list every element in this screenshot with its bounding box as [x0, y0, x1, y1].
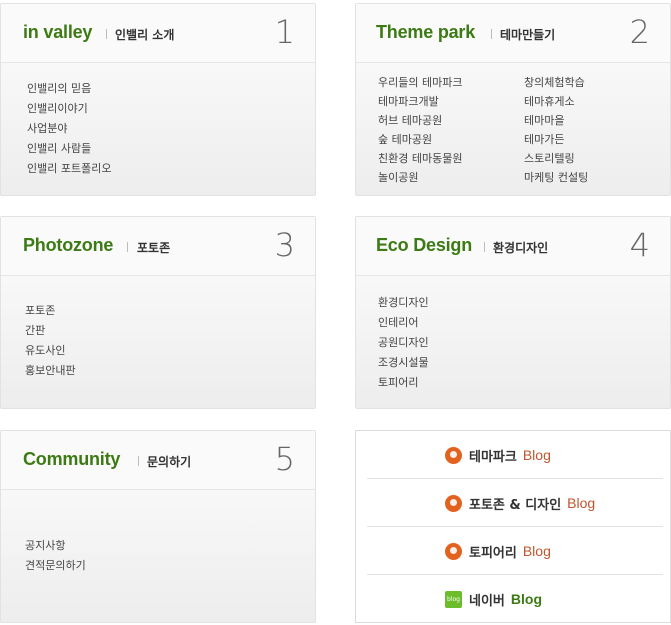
tistory-icon	[445, 446, 462, 464]
blog-link-content: 포토존 & 디자인 Blog	[445, 494, 596, 513]
card-title[interactable]: Eco Design	[376, 235, 472, 256]
menu-item[interactable]: 인밸리 포트폴리오	[27, 159, 111, 179]
menu-item[interactable]: 허브 테마공원	[378, 111, 462, 130]
naver-blog-icon: blog	[445, 590, 462, 608]
card-menu-col1: 우리들의 테마파크 테마파크개발 허브 테마공원 숲 테마공원 친환경 테마동물…	[378, 73, 462, 187]
card-number: 3	[274, 226, 295, 264]
card-title[interactable]: Photozone	[23, 235, 113, 256]
card-community: Community 문의하기 5 공지사항 견적문의하기	[0, 430, 316, 623]
blog-link-topiary[interactable]: 토피어리 Blog	[367, 527, 663, 575]
card-number: 1	[274, 13, 295, 51]
menu-item[interactable]: 창의체험학습	[524, 73, 588, 92]
menu-item[interactable]: 공지사항	[25, 536, 86, 556]
card-photozone: Photozone 포토존 3 포토존 간판 유도사인 홍보안내판	[0, 216, 316, 409]
card-subtitle[interactable]: 인밸리 소개	[115, 26, 174, 43]
title-divider	[138, 456, 139, 466]
blog-name: 포토존 & 디자인	[469, 497, 562, 513]
blog-link-themepark[interactable]: 테마파크 Blog	[367, 431, 663, 479]
card-menu-col2: 창의체험학습 테마휴게소 테마마을 테마가든 스토리텔링 마케팅 컨설팅	[524, 73, 588, 187]
blog-name: 테마파크	[469, 449, 517, 465]
menu-item[interactable]: 테마휴게소	[524, 92, 588, 111]
title-divider	[127, 242, 128, 252]
menu-item[interactable]: 마케팅 컨설팅	[524, 168, 588, 187]
menu-item[interactable]: 조경시설물	[378, 353, 429, 373]
card-header: Eco Design 환경디자인 4	[356, 217, 670, 276]
menu-item[interactable]: 포토존	[25, 301, 76, 321]
title-divider	[484, 242, 485, 252]
menu-item[interactable]: 환경디자인	[378, 293, 429, 313]
card-title[interactable]: Community	[23, 449, 120, 470]
menu-item[interactable]: 친환경 테마동물원	[378, 149, 462, 168]
menu-item[interactable]: 숲 테마공원	[378, 130, 462, 149]
card-number: 2	[629, 13, 650, 51]
card-menu: 인밸리의 믿음 인밸리이야기 사업분야 인밸리 사람들 인밸리 포트폴리오	[27, 79, 111, 179]
menu-item[interactable]: 스토리텔링	[524, 149, 588, 168]
card-subtitle[interactable]: 환경디자인	[493, 239, 548, 256]
card-number: 5	[274, 440, 295, 478]
card-header: Theme park 테마만들기 2	[356, 4, 670, 63]
blog-name: 네이버	[469, 593, 505, 609]
menu-item[interactable]: 인테리어	[378, 313, 429, 333]
blog-links-panel: 테마파크 Blog 포토존 & 디자인 Blog 토피어리 Blog blog …	[355, 430, 671, 623]
title-divider	[106, 29, 107, 39]
menu-item[interactable]: 놀이공원	[378, 168, 462, 187]
title-divider	[491, 29, 492, 39]
menu-item[interactable]: 우리들의 테마파크	[378, 73, 462, 92]
tistory-icon	[445, 494, 462, 512]
menu-item[interactable]: 홍보안내판	[25, 361, 76, 381]
card-title[interactable]: in valley	[23, 22, 92, 43]
menu-item[interactable]: 토피어리	[378, 373, 429, 393]
card-number: 4	[629, 226, 650, 264]
blog-name: 토피어리	[469, 545, 517, 561]
menu-item[interactable]: 사업분야	[27, 119, 111, 139]
card-subtitle[interactable]: 문의하기	[147, 453, 191, 470]
card-ecodesign: Eco Design 환경디자인 4 환경디자인 인테리어 공원디자인 조경시설…	[355, 216, 671, 409]
blog-link-photozone-design[interactable]: 포토존 & 디자인 Blog	[367, 479, 663, 527]
blog-label: Blog	[522, 543, 551, 559]
menu-item[interactable]: 테마파크개발	[378, 92, 462, 111]
card-header: Community 문의하기 5	[1, 431, 315, 490]
card-menu: 환경디자인 인테리어 공원디자인 조경시설물 토피어리	[378, 293, 429, 393]
card-subtitle[interactable]: 테마만들기	[500, 26, 555, 43]
menu-item[interactable]: 인밸리의 믿음	[27, 79, 111, 99]
menu-item[interactable]: 테마마을	[524, 111, 588, 130]
blog-link-naver[interactable]: blog 네이버 Blog	[367, 575, 663, 623]
blog-label: Blog	[567, 495, 596, 511]
card-themepark: Theme park 테마만들기 2 우리들의 테마파크 테마파크개발 허브 테…	[355, 3, 671, 196]
blog-link-content: 테마파크 Blog	[445, 446, 551, 465]
tistory-icon	[445, 542, 462, 560]
card-menu: 포토존 간판 유도사인 홍보안내판	[25, 301, 76, 381]
menu-item[interactable]: 인밸리이야기	[27, 99, 111, 119]
card-subtitle[interactable]: 포토존	[137, 239, 170, 256]
menu-item[interactable]: 견적문의하기	[25, 556, 86, 576]
blog-link-content: blog 네이버 Blog	[445, 590, 542, 609]
menu-item[interactable]: 유도사인	[25, 341, 76, 361]
blog-link-content: 토피어리 Blog	[445, 542, 551, 561]
menu-item[interactable]: 간판	[25, 321, 76, 341]
card-header: Photozone 포토존 3	[1, 217, 315, 276]
card-menu: 공지사항 견적문의하기	[25, 536, 86, 576]
card-invalley: in valley 인밸리 소개 1 인밸리의 믿음 인밸리이야기 사업분야 인…	[0, 3, 316, 196]
card-header: in valley 인밸리 소개 1	[1, 4, 315, 63]
blog-label: Blog	[510, 591, 542, 607]
menu-item[interactable]: 테마가든	[524, 130, 588, 149]
menu-item[interactable]: 공원디자인	[378, 333, 429, 353]
card-title[interactable]: Theme park	[376, 22, 475, 43]
menu-item[interactable]: 인밸리 사람들	[27, 139, 111, 159]
blog-label: Blog	[522, 447, 551, 463]
